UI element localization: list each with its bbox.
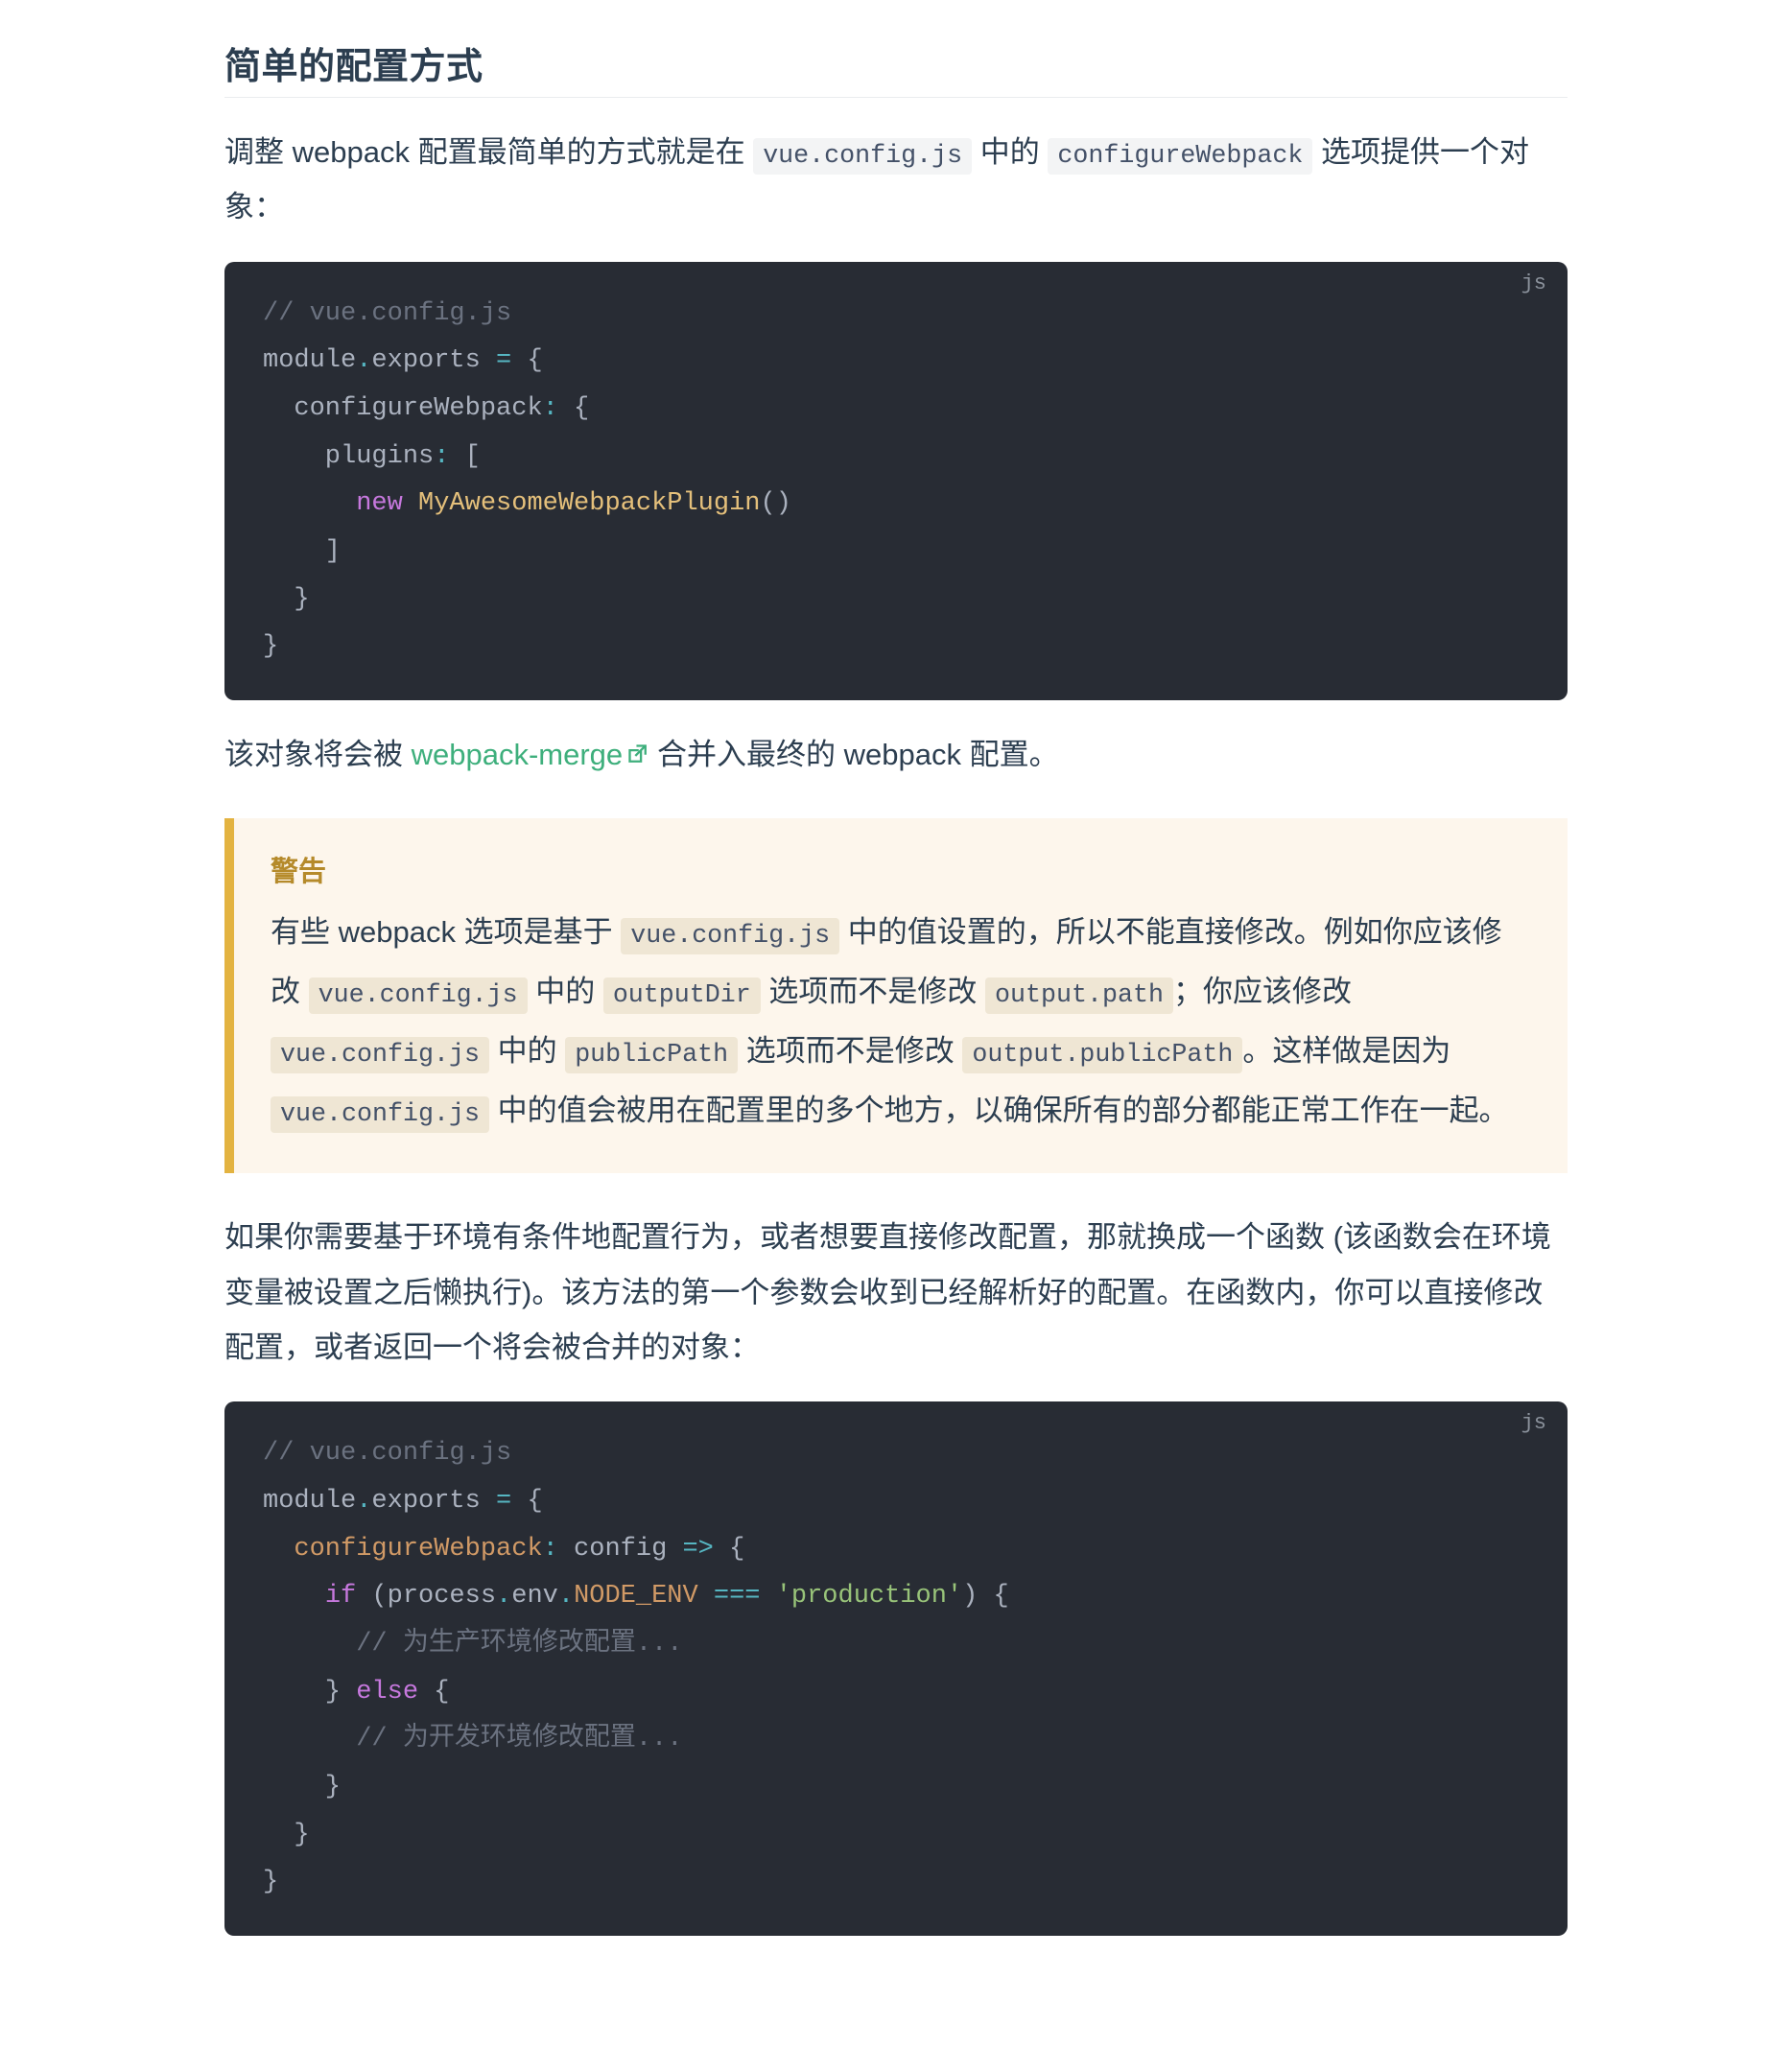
code-token: [ <box>449 442 480 471</box>
code-token <box>263 1535 294 1564</box>
code-token: MyAwesomeWebpackPlugin <box>418 489 760 518</box>
code-token: ) { <box>962 1582 1009 1611</box>
warning-callout: 警告 有些 webpack 选项是基于 vue.config.js 中的值设置的… <box>224 818 1568 1173</box>
inline-code: output.publicPath <box>962 1037 1242 1073</box>
text: 选项而不是修改 <box>761 975 985 1008</box>
inline-code: vue.config.js <box>753 138 972 175</box>
lang-label: js <box>1521 1411 1546 1435</box>
text: 。这样做是因为 <box>1242 1034 1450 1068</box>
text: ；你应该修改 <box>1173 975 1352 1008</box>
code-token: : <box>543 394 558 423</box>
code-token: } <box>263 1773 341 1801</box>
text: 该对象将会被 <box>224 738 412 771</box>
code-token: if <box>325 1582 356 1611</box>
inline-code: configureWebpack <box>1048 138 1312 175</box>
code-token: { <box>714 1535 744 1564</box>
text: 调整 webpack 配置最简单的方式就是在 <box>224 135 753 169</box>
code-token: { <box>511 346 542 375</box>
code-token: module <box>263 1487 356 1516</box>
text: 选项而不是修改 <box>738 1034 962 1068</box>
inline-code: output.path <box>985 977 1173 1014</box>
code-token: // 为生产环境修改配置... <box>263 1630 682 1659</box>
paragraph-2: 该对象将会被 webpack-merge 合并入最终的 webpack 配置。 <box>224 727 1568 782</box>
code-token: plugins <box>263 442 434 471</box>
code-token: { <box>511 1487 542 1516</box>
inline-code: vue.config.js <box>271 1096 489 1133</box>
text: 中的 <box>528 975 603 1008</box>
code-token: } <box>263 632 278 661</box>
text: 中的 <box>489 1034 565 1068</box>
doc-page: 简单的配置方式 调整 webpack 配置最简单的方式就是在 vue.confi… <box>90 0 1702 2072</box>
code-token: // 为开发环境修改配置... <box>263 1725 682 1754</box>
inline-code: vue.config.js <box>621 918 839 954</box>
webpack-merge-link[interactable]: webpack-merge <box>412 738 649 771</box>
code-token: new <box>356 489 403 518</box>
code-token: = <box>496 1487 511 1516</box>
intro-paragraph: 调整 webpack 配置最简单的方式就是在 vue.config.js 中的 … <box>224 125 1568 235</box>
code-token: = <box>496 346 511 375</box>
code-token: : <box>434 442 449 471</box>
text: 中的值会被用在配置里的多个地方，以确保所有的部分都能正常工作在一起。 <box>489 1094 1509 1127</box>
code-token: // vue.config.js <box>263 299 511 328</box>
inline-code: vue.config.js <box>271 1037 489 1073</box>
code-token: ] <box>263 537 341 566</box>
code-token: . <box>558 1582 574 1611</box>
code-token: NODE_ENV <box>574 1582 698 1611</box>
warning-title: 警告 <box>271 849 1531 889</box>
external-link-icon <box>626 742 648 765</box>
code-token <box>263 1582 325 1611</box>
code-token: // vue.config.js <box>263 1439 511 1468</box>
code-token: module <box>263 346 356 375</box>
code-token: { <box>418 1678 449 1707</box>
code-token: env <box>511 1582 558 1611</box>
code-token <box>403 489 418 518</box>
code-content: // vue.config.js module.exports = { conf… <box>263 291 1529 671</box>
code-token: . <box>356 346 371 375</box>
code-token <box>698 1582 714 1611</box>
inline-code: vue.config.js <box>309 977 528 1014</box>
code-token: : <box>543 1535 558 1564</box>
code-token: else <box>356 1678 418 1707</box>
warning-body: 有些 webpack 选项是基于 vue.config.js 中的值设置的，所以… <box>271 903 1531 1141</box>
lang-label: js <box>1521 271 1546 295</box>
code-token: . <box>496 1582 511 1611</box>
code-token: === <box>714 1582 761 1611</box>
code-token: . <box>356 1487 371 1516</box>
code-content: // vue.config.js module.exports = { conf… <box>263 1430 1529 1907</box>
code-token: () <box>761 489 791 518</box>
code-token <box>263 489 356 518</box>
inline-code: publicPath <box>565 1037 738 1073</box>
inline-code: outputDir <box>603 977 761 1014</box>
paragraph-3: 如果你需要基于环境有条件地配置行为，或者想要直接修改配置，那就换成一个函数 (该… <box>224 1210 1568 1375</box>
section-heading: 简单的配置方式 <box>224 36 1568 98</box>
code-token: configureWebpack <box>294 1535 542 1564</box>
code-token: (process <box>356 1582 496 1611</box>
code-token: } <box>263 1821 310 1849</box>
code-block-2: js // vue.config.js module.exports = { c… <box>224 1401 1568 1936</box>
code-token: } <box>263 1678 356 1707</box>
code-token: 'production' <box>776 1582 962 1611</box>
text: 中的 <box>972 135 1048 169</box>
code-token: { <box>558 394 589 423</box>
code-block-1: js // vue.config.js module.exports = { c… <box>224 262 1568 700</box>
code-token: => <box>682 1535 713 1564</box>
text: 有些 webpack 选项是基于 <box>271 915 621 949</box>
code-token: exports <box>371 1487 496 1516</box>
link-text: webpack-merge <box>412 738 624 771</box>
code-token: configureWebpack <box>263 394 543 423</box>
code-token <box>761 1582 776 1611</box>
code-token: } <box>263 585 310 614</box>
code-token: exports <box>371 346 496 375</box>
code-token: config <box>558 1535 683 1564</box>
text: 合并入最终的 webpack 配置。 <box>648 738 1058 771</box>
code-token: } <box>263 1868 278 1896</box>
